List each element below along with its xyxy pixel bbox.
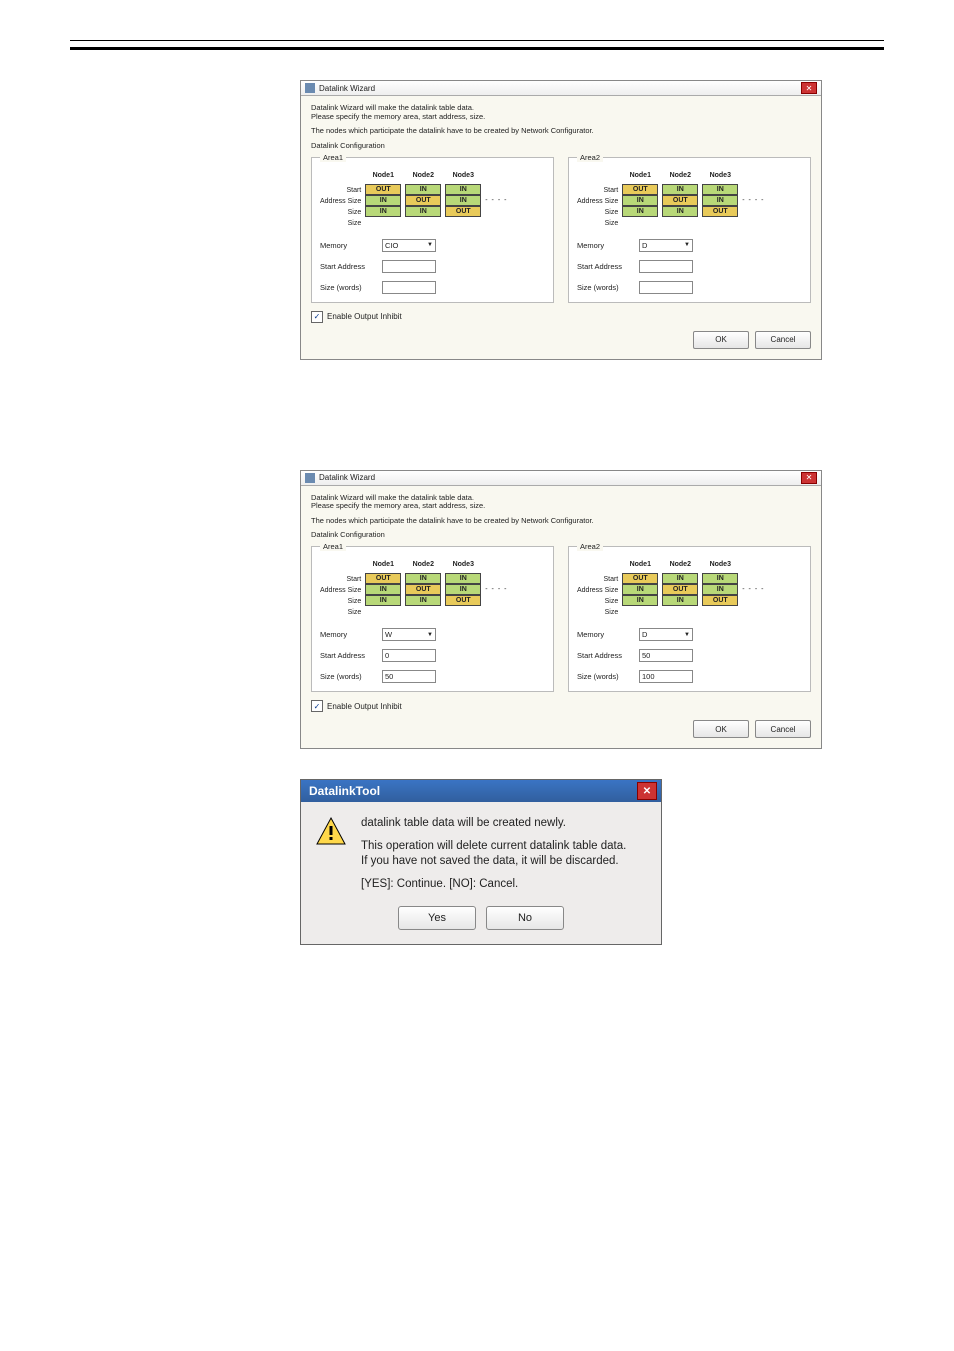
grid-cell: OUT [445,595,481,606]
ok-button[interactable]: OK [693,331,749,349]
grid-cell: IN [365,595,401,606]
enable-output-checkbox[interactable]: ✓ [311,311,323,323]
grid-cell: OUT [622,184,658,195]
ellipsis: - - - - [485,172,507,204]
enable-output-label: Enable Output Inhibit [327,312,402,321]
area1-size-input[interactable] [382,281,436,294]
app-icon [305,473,315,483]
chevron-down-icon: ▼ [427,242,433,248]
grid-cell: IN [445,573,481,584]
area1-memory-combo[interactable]: W ▼ [382,628,436,641]
chevron-down-icon: ▼ [684,242,690,248]
grid-cell: OUT [702,595,738,606]
grid-cell: IN [405,595,441,606]
area2-start-input[interactable]: 50 [639,649,693,662]
area1-panel: Area1 Start Address Size Size Size Node1 [311,157,554,303]
grid-cell: OUT [445,206,481,217]
area2-size-input[interactable] [639,281,693,294]
close-button[interactable]: ✕ [801,472,817,484]
grid-cell: OUT [622,573,658,584]
titlebar: Datalink Wizard ✕ [301,81,821,96]
area2-memory-combo[interactable]: D ▼ [639,239,693,252]
grid-cell: OUT [702,206,738,217]
ok-button[interactable]: OK [693,720,749,738]
area1-start-input[interactable] [382,260,436,273]
datalink-wizard-window: Datalink Wizard ✕ Datalink Wizard will m… [300,80,822,360]
area2-panel: Area2 Start Address Size Size Size Node1 [568,546,811,692]
grid-cell: OUT [365,573,401,584]
area2-panel: Area2 Start Address Size Size Size Node1 [568,157,811,303]
area1-memory-combo[interactable]: CIO ▼ [382,239,436,252]
grid-cell: IN [405,184,441,195]
grid-cell: IN [622,584,658,595]
cancel-button[interactable]: Cancel [755,331,811,349]
grid-cell: OUT [662,584,698,595]
grid-cell: IN [445,195,481,206]
grid-cell: IN [702,195,738,206]
grid-cell: IN [662,595,698,606]
enable-output-label: Enable Output Inhibit [327,702,402,711]
grid-cell: IN [662,573,698,584]
window-title: Datalink Wizard [319,84,375,93]
grid-cell: IN [702,584,738,595]
grid-cell: IN [405,573,441,584]
grid-cell: IN [445,584,481,595]
confirm-titlebar: DatalinkTool ✕ [301,780,661,802]
grid-cell: IN [622,195,658,206]
grid-cell: OUT [405,195,441,206]
enable-output-checkbox[interactable]: ✓ [311,700,323,712]
app-icon [305,83,315,93]
grid-cell: IN [365,206,401,217]
grid-cell: IN [445,184,481,195]
chevron-down-icon: ▼ [427,632,433,638]
window-title: Datalink Wizard [319,473,375,482]
area2-start-input[interactable] [639,260,693,273]
grid-cell: IN [702,573,738,584]
nodes-note: The nodes which participate the datalink… [311,127,811,150]
area1-start-input[interactable]: 0 [382,649,436,662]
grid-cell: IN [365,584,401,595]
titlebar: Datalink Wizard ✕ [301,471,821,486]
close-button[interactable]: ✕ [801,82,817,94]
grid-cell: IN [405,206,441,217]
chevron-down-icon: ▼ [684,632,690,638]
confirm-dialog: DatalinkTool ✕ datalink table data will … [300,779,662,945]
grid-cell: OUT [365,184,401,195]
no-button[interactable]: No [486,906,564,930]
area1-size-input[interactable]: 50 [382,670,436,683]
grid-cell: OUT [662,195,698,206]
cancel-button[interactable]: Cancel [755,720,811,738]
grid-cell: IN [702,184,738,195]
confirm-message: datalink table data will be created newl… [361,816,626,892]
yes-button[interactable]: Yes [398,906,476,930]
warning-icon [315,816,347,848]
datalink-wizard-window: Datalink Wizard ✕ Datalink Wizard will m… [300,470,822,750]
intro-text: Datalink Wizard will make the datalink t… [311,104,811,121]
grid-cell: IN [662,184,698,195]
area1-panel: Area1 Start Address Size Size Size Node1 [311,546,554,692]
grid-cell: IN [622,206,658,217]
grid-cell: OUT [405,584,441,595]
area2-memory-combo[interactable]: D ▼ [639,628,693,641]
grid-cell: IN [365,195,401,206]
area2-size-input[interactable]: 100 [639,670,693,683]
row-labels: Start Address Size Size Size [320,172,361,229]
grid-cell: IN [662,206,698,217]
close-button[interactable]: ✕ [637,782,657,800]
grid-cell: IN [622,595,658,606]
